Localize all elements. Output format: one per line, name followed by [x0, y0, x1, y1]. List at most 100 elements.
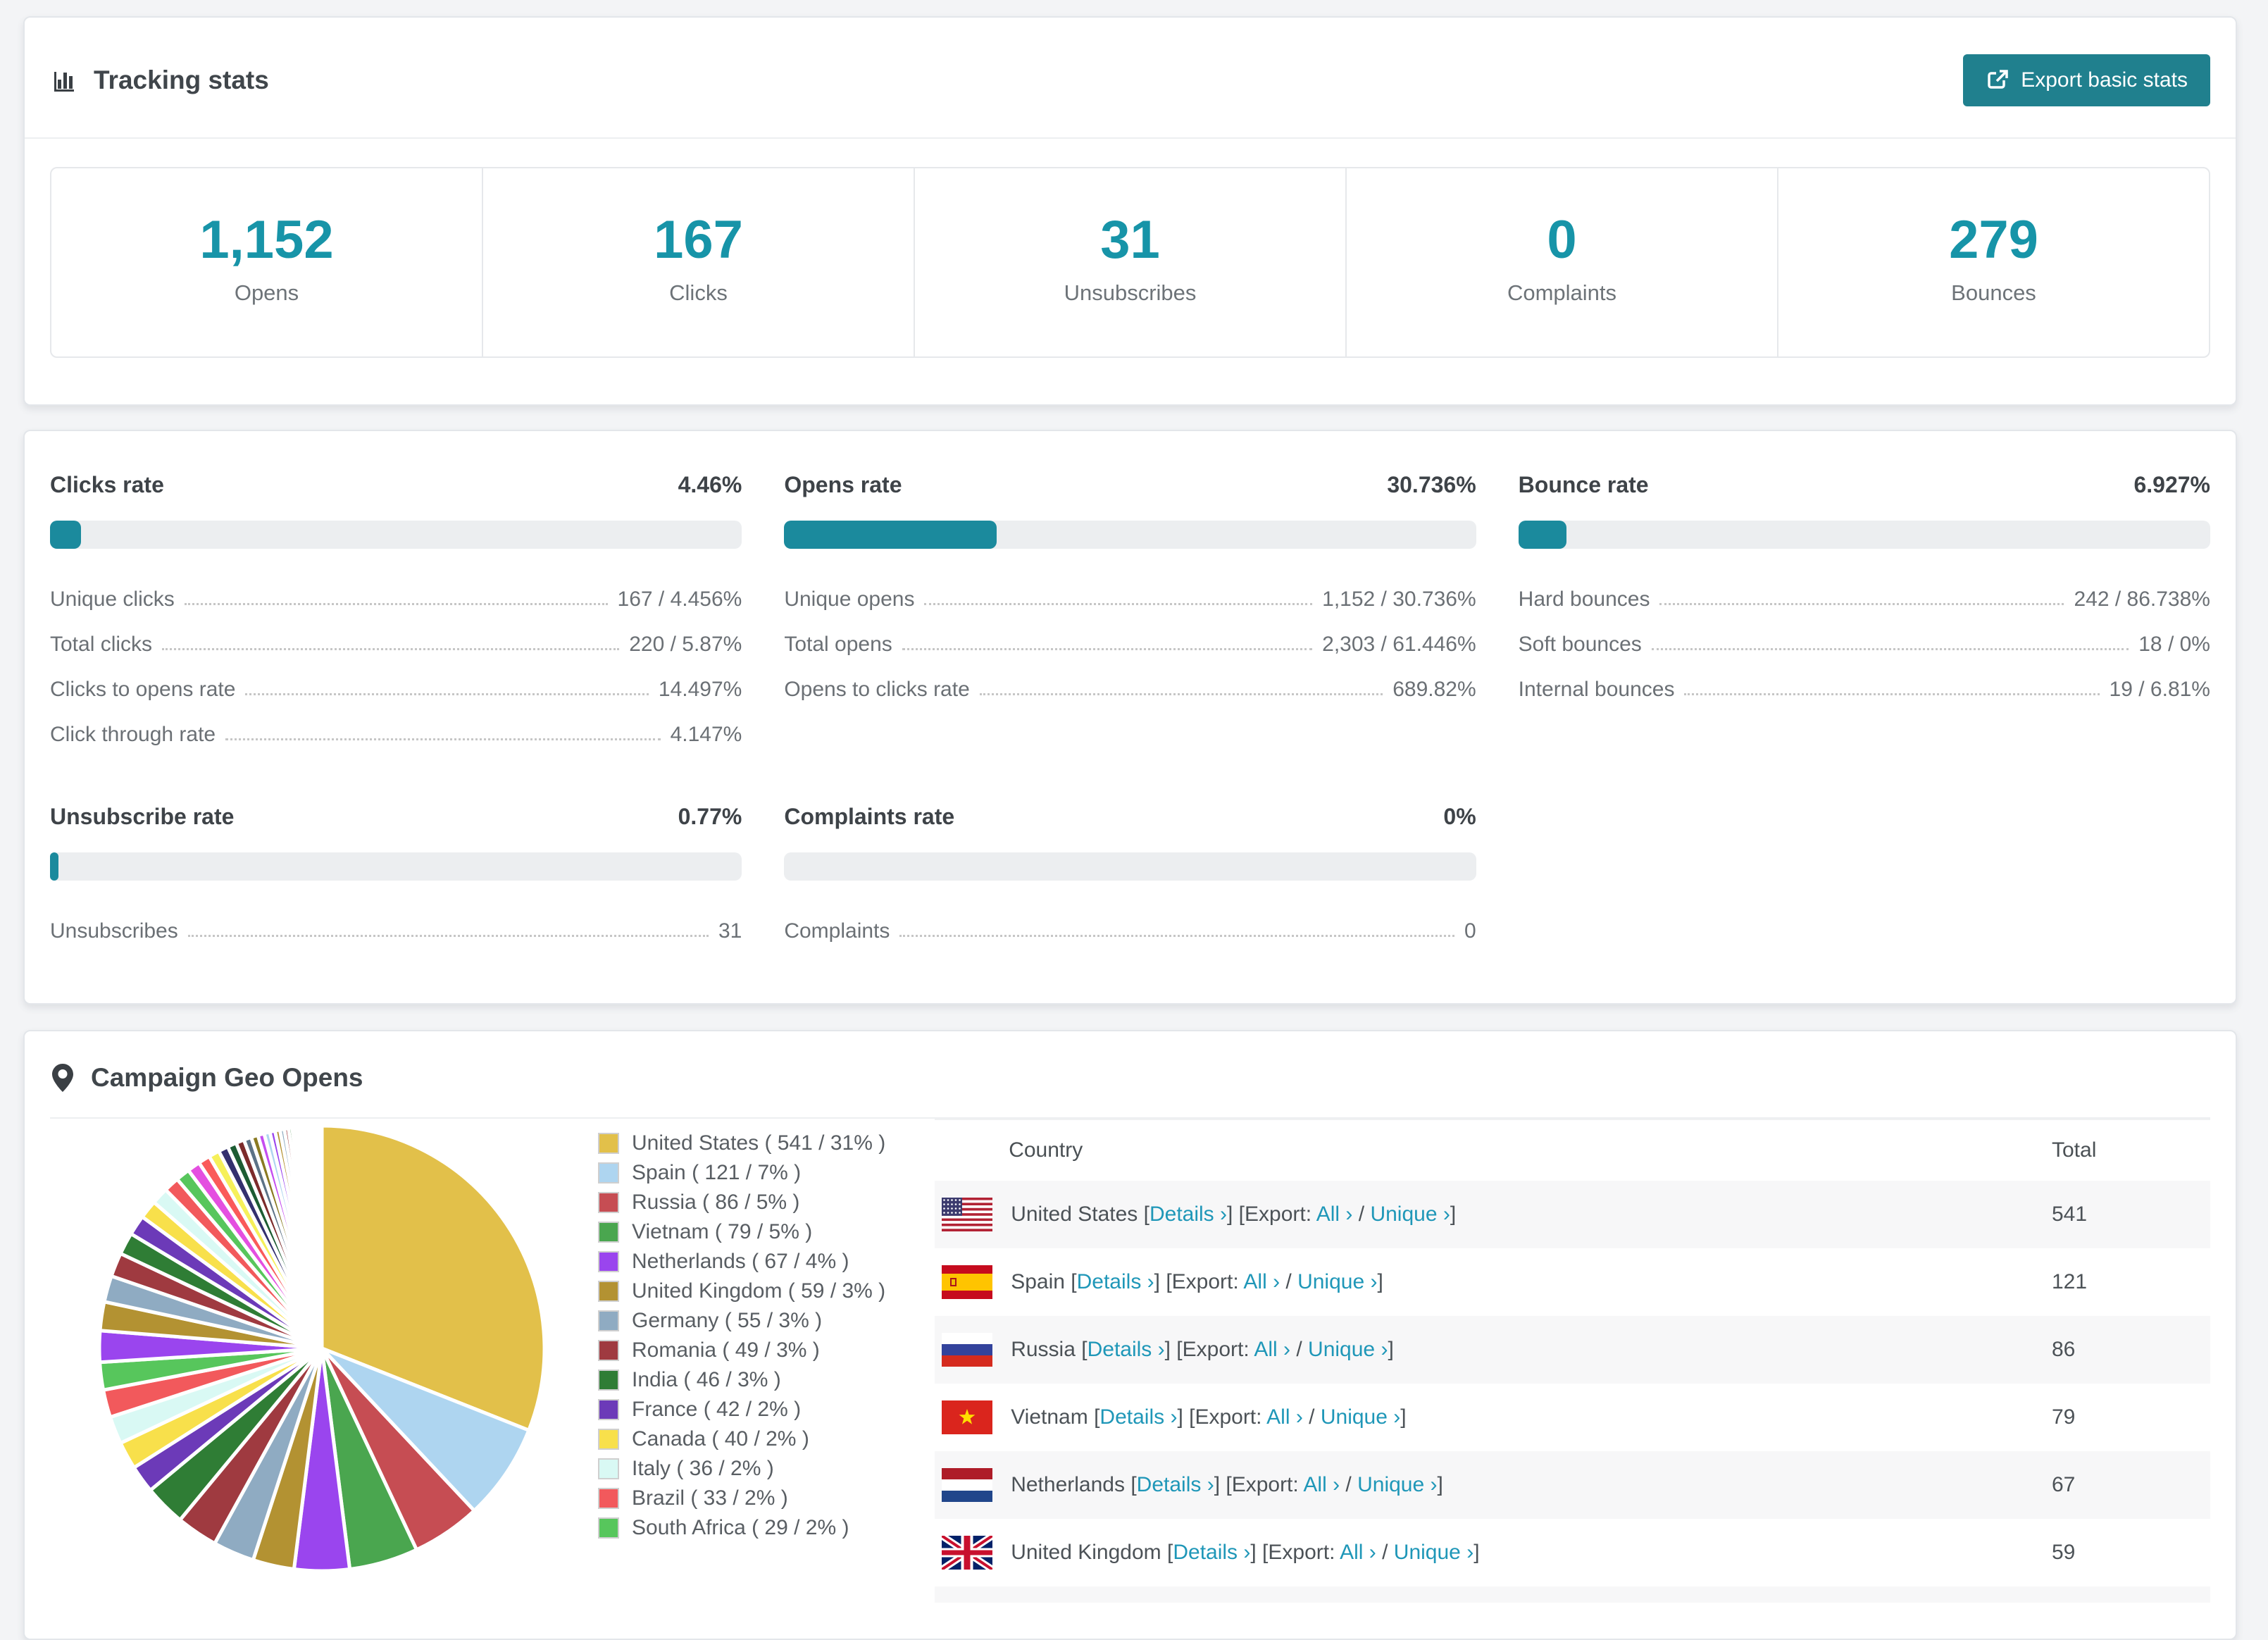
rates-grid: Clicks rate 4.46% Unique clicks 167 / 4.456…: [50, 472, 2210, 954]
legend-swatch: [598, 1133, 619, 1154]
details-link[interactable]: Details ›: [1173, 1541, 1250, 1564]
legend-item-south-africa[interactable]: South Africa ( 29 / 2% ): [598, 1513, 885, 1543]
country-links: Russia [Details ›] [Export: All › / Uniq…: [1011, 1338, 1394, 1361]
table-row-vietnam: Vietnam [Details ›] [Export: All › / Uni…: [935, 1384, 2210, 1451]
export-button-label: Export basic stats: [2021, 68, 2188, 92]
legend-swatch: [598, 1192, 619, 1213]
total-cell: 86: [2052, 1338, 2076, 1361]
rate-progress-bar: [50, 521, 742, 549]
stat-box-opens: 1,152 Opens: [51, 168, 483, 356]
legend-swatch: [598, 1429, 619, 1450]
dotted-leader: [184, 603, 608, 605]
geo-title: Campaign Geo Opens: [50, 1062, 363, 1093]
rate-row-value: 2,303 / 61.446%: [1322, 633, 1476, 656]
export-unique-link[interactable]: Unique ›: [1357, 1473, 1437, 1496]
export-all-link[interactable]: All ›: [1254, 1338, 1290, 1361]
tracking-stats-header: Tracking stats Export basic stats: [25, 18, 2236, 139]
details-link[interactable]: Details ›: [1137, 1473, 1214, 1496]
legend-item-brazil[interactable]: Brazil ( 33 / 2% ): [598, 1484, 885, 1513]
country-links: Vietnam [Details ›] [Export: All › / Uni…: [1011, 1405, 1407, 1429]
geo-table-header: Country Total: [935, 1120, 2210, 1181]
rate-title: Bounce rate: [1518, 472, 1649, 497]
geo-table-clip: Country Total United States [Details ›] …: [935, 1119, 2210, 1603]
export-basic-stats-button[interactable]: Export basic stats: [1963, 54, 2210, 106]
rate-stat-row: Total opens 2,303 / 61.446%: [784, 622, 1476, 667]
bar-chart-icon: [50, 66, 78, 94]
export-all-link[interactable]: All ›: [1340, 1541, 1376, 1564]
stat-number: 31: [1100, 210, 1160, 270]
rate-stat-row: Click through rate 4.147%: [50, 712, 742, 757]
legend-label: Spain ( 121 / 7% ): [632, 1161, 802, 1184]
export-unique-link[interactable]: Unique ›: [1370, 1203, 1450, 1226]
table-row-united-states: United States [Details ›] [Export: All ›…: [935, 1181, 2210, 1248]
rate-row-value: 31: [718, 919, 742, 943]
legend-item-vietnam[interactable]: Vietnam ( 79 / 5% ): [598, 1217, 885, 1247]
export-unique-link[interactable]: Unique ›: [1297, 1270, 1377, 1293]
legend-item-united-kingdom[interactable]: United Kingdom ( 59 / 3% ): [598, 1276, 885, 1306]
rate-row-value: 689.82%: [1392, 678, 1476, 701]
rate-block-bounce-rate: Bounce rate 6.927% Hard bounces 242 / 86.73…: [1518, 472, 2210, 757]
details-link[interactable]: Details ›: [1088, 1338, 1165, 1361]
export-all-link[interactable]: All ›: [1266, 1405, 1303, 1429]
rate-row-label: Complaints: [784, 919, 890, 943]
rate-value: 0.77%: [678, 804, 742, 829]
country-links: United Kingdom [Details ›] [Export: All …: [1011, 1541, 1480, 1564]
dotted-leader: [1651, 648, 2129, 650]
legend-label: Vietnam ( 79 / 5% ): [632, 1220, 813, 1243]
legend-item-france[interactable]: France ( 42 / 2% ): [598, 1395, 885, 1424]
legend-item-germany[interactable]: Germany ( 55 / 3% ): [598, 1306, 885, 1336]
tracking-stats-title-text: Tracking stats: [94, 66, 269, 94]
pie-slice-other-40[interactable]: [319, 1124, 324, 1350]
legend-item-spain[interactable]: Spain ( 121 / 7% ): [598, 1158, 885, 1188]
legend-item-russia[interactable]: Russia ( 86 / 5% ): [598, 1188, 885, 1217]
legend-swatch: [598, 1488, 619, 1509]
campaign-geo-opens-card: Campaign Geo Opens United States ( 541 /…: [23, 1030, 2237, 1640]
legend-label: United States ( 541 / 31% ): [632, 1131, 886, 1155]
export-unique-link[interactable]: Unique ›: [1308, 1338, 1388, 1361]
country-links: Netherlands [Details ›] [Export: All › /…: [1011, 1473, 1443, 1496]
table-row-united-kingdom: United Kingdom [Details ›] [Export: All …: [935, 1519, 2210, 1586]
dotted-leader: [979, 693, 1383, 695]
export-unique-link[interactable]: Unique ›: [1321, 1405, 1400, 1429]
rate-row-label: Opens to clicks rate: [784, 678, 970, 701]
country-links: Spain [Details ›] [Export: All › / Uniqu…: [1011, 1270, 1383, 1293]
stat-label: Unsubscribes: [1064, 280, 1197, 305]
rate-title: Unsubscribe rate: [50, 804, 235, 829]
country-name: United Kingdom: [1011, 1541, 1167, 1564]
export-all-link[interactable]: All ›: [1303, 1473, 1340, 1496]
geo-content: United States ( 541 / 31% ) Spain ( 121 /…: [50, 1119, 2210, 1603]
table-row-netherlands: Netherlands [Details ›] [Export: All › /…: [935, 1451, 2210, 1519]
legend-item-united-states[interactable]: United States ( 541 / 31% ): [598, 1129, 885, 1158]
rate-stat-row: Clicks to opens rate 14.497%: [50, 667, 742, 712]
details-link[interactable]: Details ›: [1099, 1405, 1177, 1429]
dotted-leader: [924, 603, 1313, 605]
dotted-leader: [187, 935, 709, 937]
total-cell: 59: [2052, 1541, 2076, 1564]
country-name: Russia: [1011, 1338, 1082, 1361]
rate-block-opens-rate: Opens rate 30.736% Unique opens 1,152 / 30.…: [784, 472, 1476, 757]
stat-box-complaints: 0 Complaints: [1347, 168, 1778, 356]
flag-icon-es: [942, 1265, 993, 1299]
export-all-link[interactable]: All ›: [1316, 1203, 1353, 1226]
rate-progress-bar: [784, 852, 1476, 881]
legend-item-romania[interactable]: Romania ( 49 / 3% ): [598, 1336, 885, 1365]
legend-item-canada[interactable]: Canada ( 40 / 2% ): [598, 1424, 885, 1454]
rate-progress-fill: [50, 521, 81, 549]
export-unique-link[interactable]: Unique ›: [1394, 1541, 1473, 1564]
export-all-link[interactable]: All ›: [1243, 1270, 1280, 1293]
rate-title: Opens rate: [784, 472, 902, 497]
stat-label: Complaints: [1507, 280, 1617, 305]
stat-label: Bounces: [1951, 280, 2036, 305]
stat-box-unsubscribes: 31 Unsubscribes: [915, 168, 1347, 356]
country-cell: Vietnam [Details ›] [Export: All › / Uni…: [935, 1400, 2052, 1434]
export-icon: [1986, 68, 2010, 92]
rate-value: 0%: [1443, 804, 1476, 829]
stat-number: 1,152: [199, 210, 334, 270]
details-link[interactable]: Details ›: [1149, 1203, 1227, 1226]
details-link[interactable]: Details ›: [1077, 1270, 1154, 1293]
legend-item-netherlands[interactable]: Netherlands ( 67 / 4% ): [598, 1247, 885, 1276]
geo-table: Country Total United States [Details ›] …: [935, 1119, 2210, 1603]
rate-row-label: Unique opens: [784, 588, 915, 611]
legend-item-italy[interactable]: Italy ( 36 / 2% ): [598, 1454, 885, 1484]
legend-item-india[interactable]: India ( 46 / 3% ): [598, 1365, 885, 1395]
